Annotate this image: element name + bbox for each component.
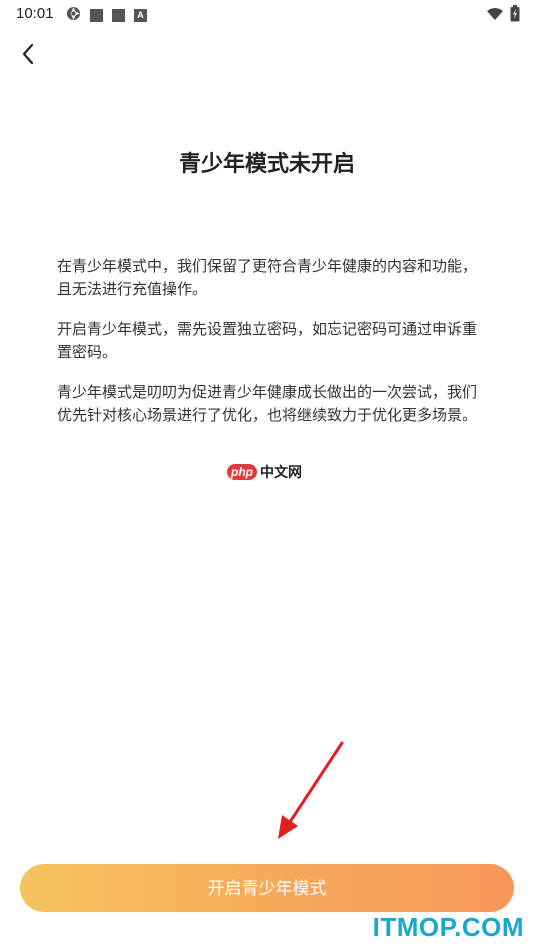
itmop-watermark: ITMOP.COM [372, 912, 524, 942]
description-paragraph: 开启青少年模式，需先设置独立密码，如忘记密码可通过申诉重置密码。 [57, 320, 478, 361]
description-paragraph: 在青少年模式中，我们保留了更符合青少年健康的内容和功能，且无法进行充值操作。 [57, 257, 478, 298]
square-notification-icon [112, 9, 125, 22]
enable-youth-mode-button[interactable]: 开启青少年模式 [20, 864, 514, 912]
status-bar: 10:01 [0, 0, 534, 28]
square-notification-icon [90, 9, 103, 22]
php-watermark-text: 中文网 [260, 465, 302, 481]
status-icons-left [66, 6, 147, 25]
page-title: 青少年模式未开启 [178, 152, 355, 177]
a-badge-icon [134, 9, 147, 22]
annotation-arrow-icon [270, 735, 350, 849]
battery-charging-icon [510, 5, 520, 26]
description-paragraph: 青少年模式是叨叨为促进青少年健康成长做出的一次尝试，我们优先针对核心场景进行了优… [57, 383, 478, 424]
description-content: 在青少年模式中，我们保留了更符合青少年健康的内容和功能，且无法进行充值操作。 开… [57, 255, 479, 444]
status-icons-right [486, 5, 520, 26]
status-time: 10:01 [16, 5, 54, 22]
aperture-icon [66, 6, 81, 25]
php-badge: php [227, 464, 257, 480]
chevron-left-icon [20, 43, 36, 69]
wifi-icon [486, 6, 504, 25]
back-button[interactable] [14, 42, 42, 70]
php-watermark: php 中文网 [227, 462, 302, 482]
